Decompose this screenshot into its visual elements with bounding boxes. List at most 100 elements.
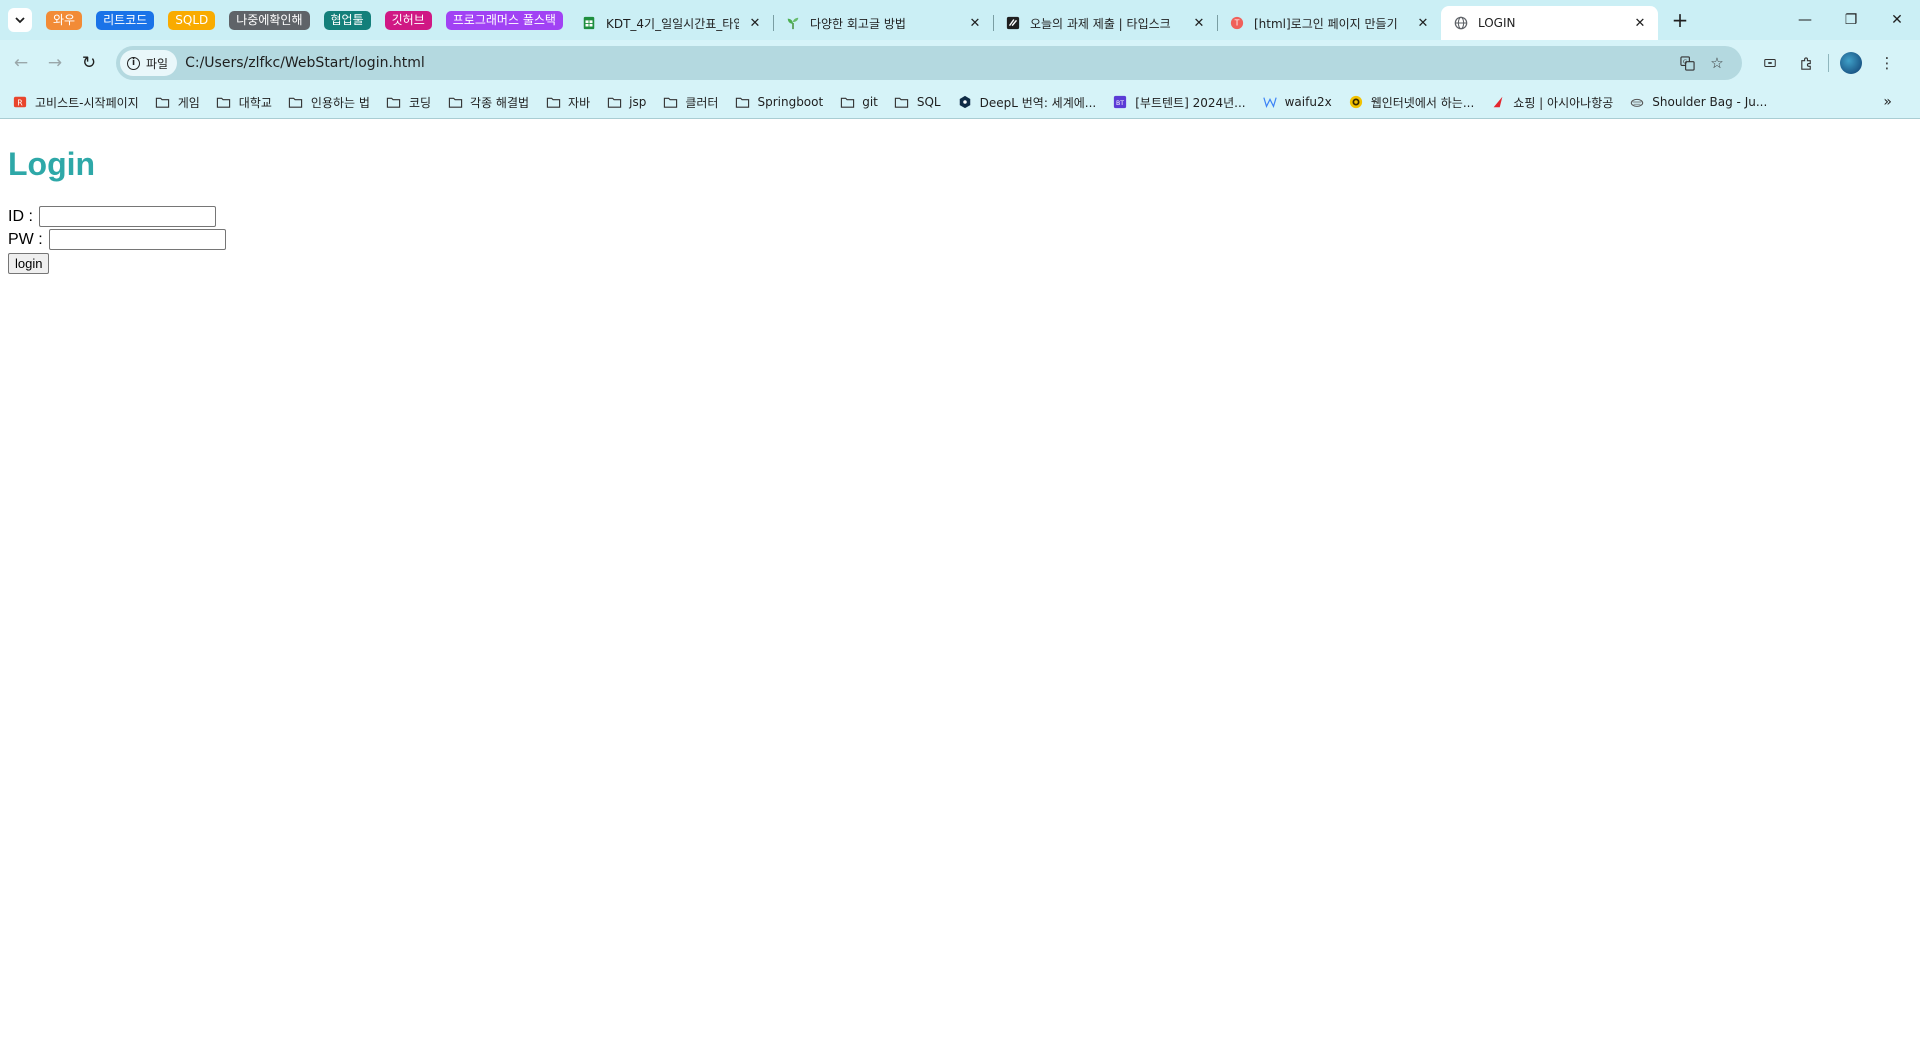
bookmark-label: 게임: [177, 95, 200, 110]
close-window-button[interactable]: ✕: [1874, 0, 1920, 40]
toolbar-actions: ⋮: [1752, 46, 1905, 80]
pw-input[interactable]: [48, 229, 226, 250]
folder-icon: [662, 94, 678, 110]
svg-text:T: T: [1234, 19, 1240, 28]
bookmark-label: Springboot: [757, 95, 824, 109]
browser-tab-active[interactable]: LOGIN ✕: [1440, 6, 1658, 40]
cast-icon[interactable]: [1752, 46, 1788, 80]
bookmark-folder[interactable]: 대학교: [214, 89, 280, 115]
id-input[interactable]: [38, 206, 216, 227]
bookmark-label: jsp: [629, 95, 647, 109]
minimize-button[interactable]: —: [1782, 0, 1828, 40]
bookmark-item[interactable]: R 고비스트-시작페이지: [10, 89, 147, 115]
info-icon: i: [127, 56, 140, 70]
tab-group-chip[interactable]: 리트코드: [96, 10, 155, 30]
bag-icon: [1629, 94, 1645, 110]
plus-icon: +: [1671, 8, 1689, 32]
id-label: ID :: [8, 207, 33, 225]
translate-icon[interactable]: G: [1672, 48, 1702, 78]
bookmark-label: 인용하는 법: [310, 95, 370, 110]
bookmark-folder[interactable]: git: [837, 89, 886, 115]
tistory-icon: T: [1229, 15, 1245, 31]
browser-tab[interactable]: 다양한 회고글 방법 ✕: [772, 6, 993, 40]
browser-tab[interactable]: T [html]로그인 페이지 만들기 ✕: [1216, 6, 1441, 40]
menu-button[interactable]: ⋮: [1869, 46, 1905, 80]
bookmark-label: waifu2x: [1284, 95, 1332, 109]
svg-text:G: G: [1682, 59, 1686, 65]
tab-group-chip[interactable]: SQLD: [168, 10, 216, 30]
bookmark-folder[interactable]: 클러터: [660, 89, 726, 115]
bookmark-label: 웹인터넷에서 하는...: [1370, 95, 1475, 110]
bookmark-label: 대학교: [238, 95, 272, 110]
svg-text:BT: BT: [1116, 100, 1124, 107]
close-icon: ✕: [1891, 12, 1903, 28]
browser-tab[interactable]: 오늘의 과제 제출 | 타입스크 ✕: [992, 6, 1217, 40]
bookmark-item[interactable]: waifu2x: [1260, 89, 1340, 115]
folder-icon: [216, 94, 232, 110]
bookmark-folder[interactable]: 코딩: [384, 89, 439, 115]
bookmark-label: SQL: [916, 95, 941, 109]
site-info-chip[interactable]: i 파일: [120, 50, 178, 76]
bookmark-label: DeepL 번역: 세계에...: [979, 95, 1097, 110]
bookmark-label: 클러터: [685, 95, 719, 110]
omnibox-actions: G ☆: [1672, 48, 1732, 78]
tab-search-button[interactable]: [8, 8, 32, 32]
arrow-left-icon: ←: [13, 53, 29, 73]
close-icon[interactable]: ✕: [1191, 15, 1207, 31]
folder-icon: [447, 94, 463, 110]
close-icon[interactable]: ✕: [967, 15, 983, 31]
tab-strip: 와우 리트코드 SQLD 나중에확인해 협업툴 깃허브 프로그래머스 풀스택 K…: [0, 0, 1920, 42]
browser-tab[interactable]: KDT_4기_일일시간표_타입스 ✕: [569, 6, 773, 40]
bookmark-folder[interactable]: jsp: [604, 89, 654, 115]
sprout-icon: [785, 15, 801, 31]
bookmark-item[interactable]: Shoulder Bag - Ju...: [1627, 89, 1775, 115]
bookmark-label: [부트텐트] 2024년...: [1135, 95, 1246, 110]
tab-group-chip[interactable]: 깃허브: [384, 10, 432, 30]
folder-icon: [155, 94, 171, 110]
close-icon[interactable]: ✕: [1415, 15, 1431, 31]
tab-group-chip[interactable]: 협업툴: [323, 10, 371, 30]
new-tab-button[interactable]: +: [1666, 6, 1694, 34]
bookmark-folder[interactable]: 게임: [153, 89, 208, 115]
bookmark-item[interactable]: 쇼핑 | 아시아나항공: [1488, 89, 1621, 115]
tab-title: LOGIN: [1477, 16, 1516, 30]
profile-button[interactable]: [1833, 46, 1869, 80]
tab-group-chip[interactable]: 프로그래머스 풀스택: [445, 10, 1335, 42]
address-bar[interactable]: i 파일 C:/Users/zlfkc/WebStart/login.html …: [116, 46, 1742, 80]
bookmark-item[interactable]: 웹인터넷에서 하는...: [1346, 89, 1483, 115]
close-icon[interactable]: ✕: [747, 15, 763, 31]
pw-row: PW :: [8, 228, 1920, 251]
waifu-icon: [1262, 94, 1278, 110]
bookmark-folder[interactable]: 인용하는 법: [286, 89, 378, 115]
site-icon: R: [12, 94, 28, 110]
bookmark-label: 각종 해결법: [470, 95, 530, 110]
double-chevron-right-icon[interactable]: »: [1883, 94, 1892, 110]
folder-icon: [839, 94, 855, 110]
bookmark-item[interactable]: DeepL 번역: 세계에...: [955, 89, 1105, 115]
reload-button[interactable]: ↻: [72, 46, 106, 80]
star-icon[interactable]: ☆: [1702, 48, 1732, 78]
forward-button[interactable]: →: [38, 46, 72, 80]
back-button[interactable]: ←: [4, 46, 38, 80]
bookmark-label: git: [862, 95, 878, 109]
tab-group-chip[interactable]: 나중에확인해: [229, 10, 310, 30]
bookmark-folder[interactable]: Springboot: [732, 89, 831, 115]
bookmark-item[interactable]: BT [부트텐트] 2024년...: [1110, 89, 1253, 115]
close-icon[interactable]: ✕: [1632, 15, 1648, 31]
pw-label: PW :: [8, 230, 43, 248]
avatar: [1840, 52, 1862, 74]
bookmark-folder[interactable]: 자바: [543, 89, 598, 115]
page-title: Login: [8, 146, 96, 182]
restore-button[interactable]: ❐: [1828, 0, 1874, 40]
bookmark-label: 코딩: [408, 95, 432, 110]
page-content: Login ID : PW : login: [0, 120, 1920, 1040]
login-button[interactable]: login: [8, 253, 50, 274]
toolbar-separator: [1828, 54, 1829, 72]
puzzle-icon[interactable]: [1788, 46, 1824, 80]
bookmark-folder[interactable]: 각종 해결법: [445, 89, 537, 115]
bookmark-folder[interactable]: SQL: [892, 89, 949, 115]
tab-group-chip[interactable]: 와우: [46, 10, 83, 30]
folder-icon: [894, 94, 910, 110]
url-text[interactable]: C:/Users/zlfkc/WebStart/login.html: [185, 55, 425, 71]
bookmark-label: 쇼핑 | 아시아나항공: [1513, 95, 1614, 110]
